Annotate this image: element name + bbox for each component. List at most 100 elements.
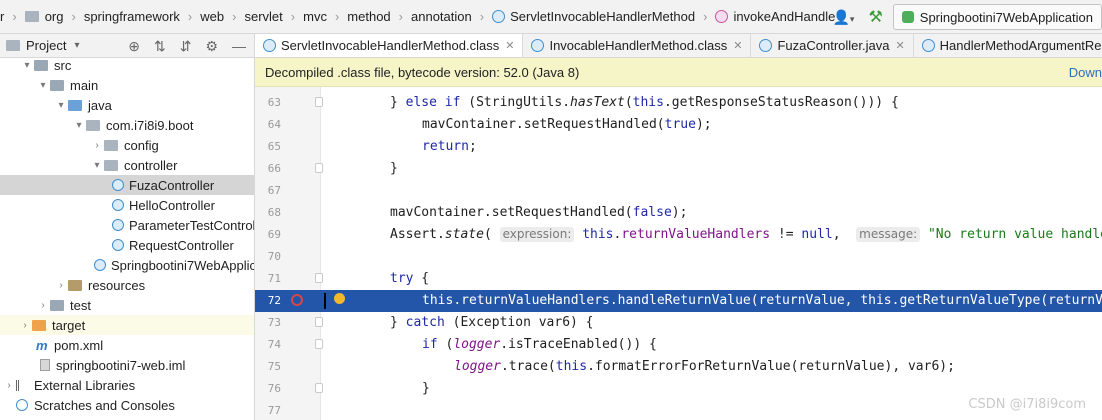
line-number: 73 (267, 316, 281, 329)
scroll-from-source-icon[interactable]: ⇵ (180, 38, 192, 55)
tree-item-pom[interactable]: m pom.xml (0, 335, 254, 355)
fold-marker-icon[interactable] (315, 97, 323, 107)
tree-item-src[interactable]: ▾ src (0, 58, 254, 75)
module-file-icon (40, 359, 50, 371)
hide-panel-icon[interactable]: — (232, 38, 246, 54)
toolbar-right: 👤▾ ⚒ Springbootini7WebApplication (832, 0, 1102, 34)
breadcrumb-r[interactable]: r › (0, 0, 19, 34)
chevron-down-icon: ▾ (74, 40, 80, 51)
code-text: Assert.state( expression: this.returnVal… (390, 227, 1102, 242)
breadcrumb-annotation[interactable]: annotation › (405, 0, 486, 34)
code-editor[interactable]: 63 } else if (StringUtils.hasText(this.g… (255, 87, 1102, 420)
tree-item-external-libraries[interactable]: › External Libraries (0, 375, 254, 395)
gear-icon[interactable]: ⚙ (205, 38, 218, 55)
code-line[interactable]: 67 (255, 180, 1102, 202)
chevron-down-icon: ▾ (24, 59, 30, 71)
user-icon[interactable]: 👤▾ (832, 9, 854, 26)
breadcrumb-servlet[interactable]: servlet › (238, 0, 297, 34)
chevron-right-icon: › (23, 319, 27, 331)
breadcrumb-method-name[interactable]: invokeAndHandle (709, 0, 837, 34)
code-line[interactable]: 71 try { (255, 268, 1102, 290)
breadcrumb-springframework[interactable]: springframework › (78, 0, 194, 34)
fold-marker-icon[interactable] (315, 383, 323, 393)
tree-item-main[interactable]: ▾ main (0, 75, 254, 95)
folder-icon (50, 79, 64, 91)
close-icon[interactable]: ✕ (733, 39, 742, 52)
chevron-down-icon: ▾ (76, 119, 82, 131)
code-line[interactable]: 65 return; (255, 136, 1102, 158)
project-folder-icon (6, 40, 20, 51)
download-sources-link[interactable]: Down (1069, 65, 1102, 80)
code-line[interactable]: 74 if (logger.isTraceEnabled()) { (255, 334, 1102, 356)
code-line[interactable]: 69 Assert.state( expression: this.return… (255, 224, 1102, 246)
tree-item-config[interactable]: › config (0, 135, 254, 155)
code-line[interactable]: 68 mavContainer.setRequestHandled(false)… (255, 202, 1102, 224)
project-view-selector[interactable]: Project ▾ (6, 38, 80, 53)
tree-item-requestcontroller[interactable]: RequestController (0, 235, 254, 255)
tree-item-parametertestcontroller[interactable]: ParameterTestController (0, 215, 254, 235)
spring-boot-icon (901, 11, 914, 23)
tree-item-fuzacontroller[interactable]: FuzaController (0, 175, 254, 195)
breadcrumb-class[interactable]: ServletInvocableHandlerMethod › (486, 0, 709, 34)
tree-item-hellocontroller[interactable]: HelloController (0, 195, 254, 215)
tree-item-iml[interactable]: springbootini7-web.iml (0, 355, 254, 375)
breadcrumb-method[interactable]: method › (341, 0, 405, 34)
close-icon[interactable]: ✕ (505, 39, 514, 52)
tab-fuzacontroller[interactable]: FuzaController.java ✕ (751, 34, 914, 57)
line-number: 64 (267, 118, 281, 131)
code-line[interactable]: 70 (255, 246, 1102, 268)
line-number: 77 (267, 404, 281, 417)
line-number: 67 (267, 184, 281, 197)
tree-item-scratches[interactable]: Scratches and Consoles (0, 395, 254, 415)
method-icon (715, 10, 729, 23)
tab-handlermethodargumentresolver[interactable]: HandlerMethodArgumentRe (914, 34, 1102, 57)
tab-invocablehandlermethod[interactable]: InvocableHandlerMethod.class ✕ (523, 34, 752, 57)
tree-item-application[interactable]: Springbootini7WebApplication (0, 255, 254, 275)
line-number: 71 (267, 272, 281, 285)
fold-marker-icon[interactable] (315, 317, 323, 327)
fold-marker-icon[interactable] (315, 339, 323, 349)
parameter-hint: message: (856, 227, 921, 242)
breadcrumb-mvc[interactable]: mvc › (297, 0, 341, 34)
tree-item-package-boot[interactable]: ▾ com.i7i8i9.boot (0, 115, 254, 135)
close-icon[interactable]: ✕ (895, 39, 904, 52)
run-configuration-selector[interactable]: Springbootini7WebApplication (892, 4, 1102, 30)
class-icon (112, 219, 124, 231)
line-number: 66 (267, 162, 281, 175)
code-line[interactable]: 73 } catch (Exception var6) { (255, 312, 1102, 334)
tree-item-target[interactable]: › target (0, 315, 254, 335)
code-line[interactable]: 75 logger.trace(this.formatErrorForRetur… (255, 356, 1102, 378)
code-line-current[interactable]: 72 this.returnValueHandlers.handleReturn… (255, 290, 1102, 312)
chevron-down-icon: ▾ (94, 159, 100, 171)
line-number: 74 (267, 338, 281, 351)
line-number: 65 (267, 140, 281, 153)
line-number: 63 (267, 96, 281, 109)
excluded-folder-icon (32, 319, 46, 331)
code-line[interactable]: 66 } (255, 158, 1102, 180)
folder-icon (24, 11, 39, 22)
parameter-hint: expression: (499, 227, 575, 242)
line-number: 72 (267, 294, 281, 307)
fold-marker-icon[interactable] (315, 273, 323, 283)
breadcrumb-web[interactable]: web › (194, 0, 238, 34)
lightbulb-icon[interactable] (334, 293, 345, 304)
breadcrumb-org[interactable]: org › (19, 0, 78, 34)
tree-item-resources[interactable]: › resources (0, 275, 254, 295)
tree-item-java[interactable]: ▾ java (0, 95, 254, 115)
tab-servletinvocablehandlermethod[interactable]: ServletInvocableHandlerMethod.class ✕ (255, 34, 524, 57)
code-line[interactable]: 64 mavContainer.setRequestHandled(true); (255, 114, 1102, 136)
code-text: mavContainer.setRequestHandled(true); (422, 117, 712, 132)
build-hammer-icon[interactable]: ⚒ (868, 7, 882, 27)
collapse-all-icon[interactable]: ⇅ (154, 38, 166, 55)
editor-tabs: ServletInvocableHandlerMethod.class ✕ Inv… (255, 34, 1102, 58)
navigation-bar: r › org › springframework › web › servlet › m… (0, 0, 1102, 34)
package-icon (86, 119, 100, 131)
fold-marker-icon[interactable] (315, 163, 323, 173)
breakpoint-icon[interactable] (291, 294, 303, 306)
code-line[interactable]: 63 } else if (StringUtils.hasText(this.g… (255, 92, 1102, 114)
tree-item-test[interactable]: › test (0, 295, 254, 315)
locate-target-icon[interactable]: ⊕ (128, 38, 140, 55)
watermark: CSDN @i7i8i9com (968, 397, 1086, 412)
tree-item-controller[interactable]: ▾ controller (0, 155, 254, 175)
text-cursor (324, 293, 326, 309)
